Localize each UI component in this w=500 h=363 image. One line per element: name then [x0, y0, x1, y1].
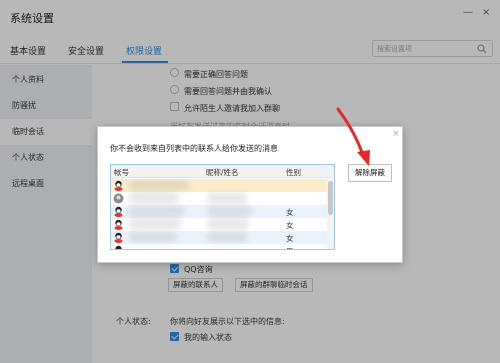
redacted-account [129, 232, 177, 242]
avatar-icon [114, 219, 123, 230]
list-row[interactable]: 女 [111, 231, 327, 244]
redacted-nickname [207, 193, 247, 203]
redacted-nickname [207, 232, 247, 242]
list-row[interactable] [111, 179, 327, 192]
redacted-account [129, 180, 189, 190]
list-row[interactable]: 女 [111, 218, 327, 231]
column-header-gender[interactable]: 性别 [286, 167, 301, 178]
list-row[interactable] [111, 192, 327, 205]
redacted-account [129, 219, 181, 229]
avatar-icon [113, 193, 124, 204]
redacted-nickname [207, 219, 249, 229]
redacted-account [129, 193, 179, 203]
gender-cell: 男 [286, 246, 294, 249]
blocked-list-dialog: × 你不会收到来自列表中的联系人给你发送的消息 帐号 昵称/姓名 性别 女 女 … [97, 126, 403, 263]
dialog-close-icon[interactable]: × [392, 129, 400, 139]
list-scrollbar[interactable] [327, 179, 334, 249]
scrollbar-thumb[interactable] [328, 181, 333, 215]
list-header: 帐号 昵称/姓名 性别 [111, 165, 334, 178]
unblock-button[interactable]: 解除屏蔽 [348, 164, 392, 182]
avatar-icon [114, 206, 123, 217]
avatar-icon [115, 245, 122, 249]
gender-cell: 女 [286, 208, 294, 217]
list-row[interactable]: 男 [111, 244, 327, 249]
redacted-account [129, 206, 184, 216]
column-header-nickname[interactable]: 昵称/姓名 [206, 167, 239, 178]
gender-cell: 女 [286, 221, 294, 230]
list-row[interactable]: 女 [111, 205, 327, 218]
avatar-icon [114, 180, 123, 191]
gender-cell: 女 [286, 234, 294, 243]
column-header-account[interactable]: 帐号 [114, 167, 129, 178]
blocked-contacts-list[interactable]: 帐号 昵称/姓名 性别 女 女 女 [110, 164, 335, 250]
avatar-icon [114, 232, 123, 243]
dialog-message: 你不会收到来自列表中的联系人给你发送的消息 [110, 144, 278, 153]
redacted-nickname [207, 206, 252, 216]
